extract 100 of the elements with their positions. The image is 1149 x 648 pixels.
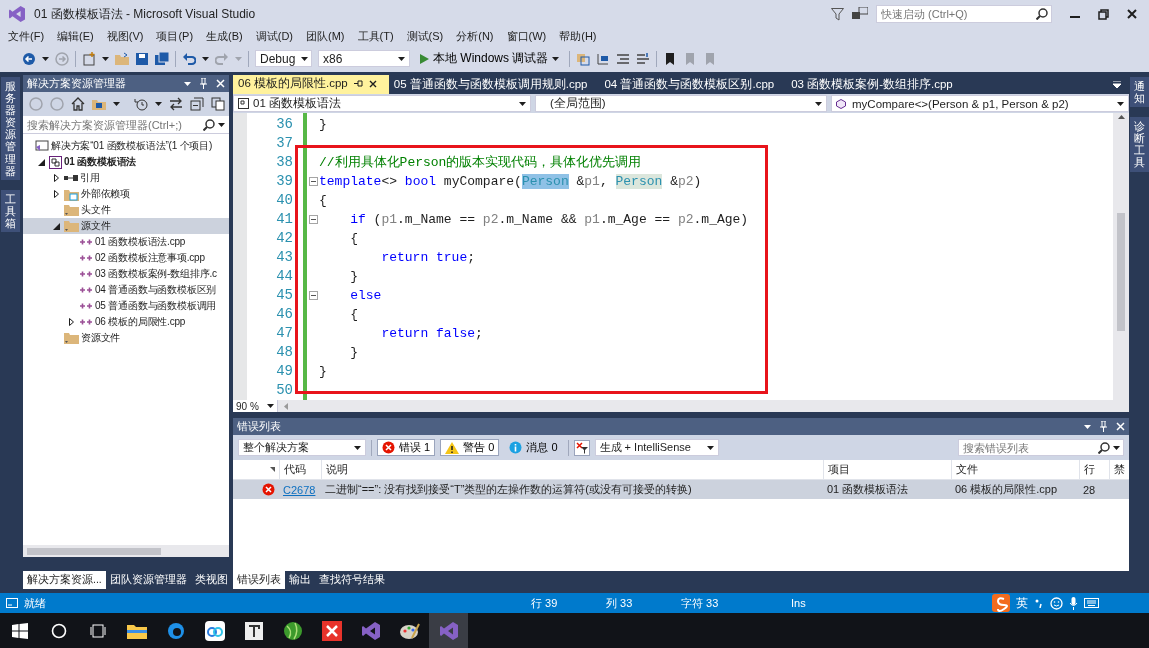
dropdown-caret-icon[interactable] [102,56,109,61]
menu-item[interactable]: 团队(M) [306,29,345,44]
tree-item[interactable]: 06 模板的局限性.cpp [23,314,229,330]
tree-item[interactable]: 02 函数模板注意事项.cpp [23,250,229,266]
feedback-icon[interactable] [852,7,868,21]
quick-launch-field[interactable]: 快速启动 (Ctrl+Q) [876,5,1052,23]
side-tab[interactable]: 工具箱 [0,189,20,233]
side-tab[interactable]: 服务器资源管理器 [0,77,20,180]
panel-tab[interactable]: 团队资源管理器 [105,571,191,589]
source-dropdown[interactable]: 生成 + IntelliSense [594,439,719,456]
vertical-scrollbar[interactable] [1113,113,1129,400]
search-field[interactable]: 搜索错误列表 [958,439,1124,456]
ime-mode[interactable]: 英 [1016,594,1028,612]
restore-icon[interactable] [1098,8,1109,20]
column-header[interactable]: 禁 [1114,462,1125,477]
search-icon[interactable] [1036,8,1048,20]
input-method-icon[interactable] [992,594,1010,612]
configuration-dropdown[interactable]: Debug [255,50,312,67]
dropdown-caret-icon[interactable] [218,123,225,127]
windows-start-icon[interactable] [11,622,28,639]
tree-item[interactable]: 01 函数模板语法 [23,154,229,170]
error-row[interactable]: C2678 二进制“==”: 没有找到接受“T”类型的左操作数的运算符(或没有可接受的转换) 01 函数模板语法 06 模板的局限性.cpp 28 [233,480,1129,499]
menu-item[interactable]: 工具(T) [357,29,394,44]
dropdown-caret-icon[interactable] [266,404,274,408]
menu-item[interactable]: 调试(D) [255,29,293,44]
folder-icon[interactable] [126,622,147,639]
document-tab[interactable]: 04 普通函数与函数模板区别.cpp [599,75,787,94]
run-debugger-button[interactable]: 本地 Windows 调试器 [416,48,564,69]
document-tab[interactable]: 06 模板的局限性.cpp [233,75,389,94]
pin-icon[interactable] [353,79,363,88]
tree-item[interactable]: 04 普通函数与函数模板区别 [23,282,229,298]
mindmap-icon[interactable] [321,620,342,641]
dropdown-caret-icon[interactable] [398,56,405,61]
scrollbar-thumb[interactable] [1117,213,1125,331]
platform-dropdown[interactable]: x86 [318,50,410,67]
collapsed-arrow-icon[interactable] [68,318,74,326]
dropdown-caret-icon[interactable] [155,102,162,106]
menu-item[interactable]: 文件(F) [8,29,45,44]
home-icon[interactable] [71,97,85,111]
column-header[interactable]: 文件 [956,462,978,477]
search-icon[interactable] [203,119,215,131]
task-view-icon[interactable] [89,623,106,638]
back-icon[interactable] [22,51,36,66]
filter-icon[interactable] [831,7,844,21]
sync-icon[interactable] [169,97,183,111]
column-header[interactable]: 说明 [326,462,348,477]
dropdown-caret-icon[interactable] [354,445,361,450]
column-header[interactable]: 行 [1084,462,1095,477]
dropdown-caret-icon[interactable] [519,101,526,106]
collapse-icon[interactable] [308,177,318,186]
menu-item[interactable]: 项目(P) [156,29,194,44]
microphone-icon[interactable] [1069,596,1078,610]
clear-filter-icon[interactable] [573,439,590,456]
expanded-arrow-icon[interactable] [37,158,45,166]
keyboard-icon[interactable] [1084,598,1099,608]
tree-item[interactable]: 05 普通函数与函数模板调用 [23,298,229,314]
dropdown-caret-icon[interactable] [1084,424,1091,429]
dropdown-caret-icon[interactable] [301,56,309,61]
horizontal-scrollbar[interactable] [23,545,229,557]
filter-toggle[interactable]: 错误 1 [377,439,436,456]
dropdown-caret-icon[interactable] [1117,101,1124,106]
panel-tab[interactable]: 查找符号结果 [315,571,389,589]
dropdown-caret-icon[interactable] [552,56,560,61]
scroll-up-icon[interactable] [1117,115,1125,119]
panel-tab[interactable]: 类视图 [190,571,232,589]
column-header[interactable]: 项目 [828,462,850,477]
menu-item[interactable]: 窗口(W) [506,29,547,44]
tree-item[interactable]: 头文件 [23,202,229,218]
close-icon[interactable] [1127,9,1137,19]
dropdown-caret-icon[interactable] [42,56,49,61]
visual-studio-icon[interactable] [8,5,26,23]
ball-icon[interactable] [282,620,303,641]
tab-list-icon[interactable] [1113,81,1121,88]
collapse-all-icon[interactable] [190,97,204,111]
tree-item[interactable]: 引用 [23,170,229,186]
search-icon[interactable] [50,622,67,639]
sort-icon[interactable] [270,467,275,472]
history-icon[interactable] [134,97,148,111]
member-dropdown[interactable]: myCompare<>(Person & p1, Person & p2) [831,95,1129,112]
document-icon[interactable] [244,621,263,640]
dropdown-caret-icon[interactable] [202,56,209,61]
panel-tab[interactable]: 解决方案资源... [23,571,106,589]
side-tab[interactable]: 通知 [1129,77,1149,108]
menu-item[interactable]: 视图(V) [106,29,144,44]
paint-palette-icon[interactable] [399,621,420,640]
tree-item[interactable]: 03 函数模板案例-数组排序.c [23,266,229,282]
tree-item[interactable]: 外部依赖项 [23,186,229,202]
format-icon[interactable] [616,51,631,66]
dropdown-caret-icon[interactable] [184,81,191,86]
save-icon[interactable] [135,51,149,66]
panel-tab[interactable]: 输出 [285,571,315,589]
filter-toggle[interactable]: 警告 0 [440,439,500,456]
comment-icon[interactable] [636,51,651,66]
menu-item[interactable]: 测试(S) [406,29,444,44]
cloud-icon[interactable] [204,620,225,641]
document-tab[interactable]: 03 函数模板案例-数组排序.cpp [786,75,965,94]
zoom-dropdown[interactable]: 90 % [233,400,278,412]
save-all-icon[interactable] [155,51,169,66]
dropdown-caret-icon[interactable] [706,445,714,450]
filter-toggle[interactable]: 消息 0 [504,439,563,456]
